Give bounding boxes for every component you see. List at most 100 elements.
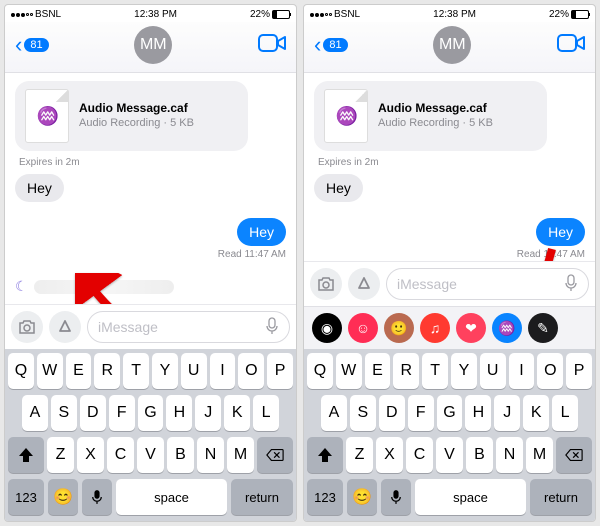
keyboard: QWERTYUIOP ASDFGHJKL ZXCVBNM 123 😊 space…	[5, 349, 296, 521]
key-d[interactable]: D	[80, 395, 106, 431]
audio-message-bubble[interactable]: ♒ Audio Message.caf Audio Recording · 5 …	[15, 81, 248, 151]
key-n[interactable]: N	[496, 437, 523, 473]
key-c[interactable]: C	[406, 437, 433, 473]
audio-subtitle: Audio Recording · 5 KB	[79, 117, 194, 130]
key-b[interactable]: B	[466, 437, 493, 473]
outgoing-bubble: Hey	[237, 218, 286, 246]
key-b[interactable]: B	[167, 437, 194, 473]
chevron-left-icon: ‹	[314, 34, 321, 56]
read-receipt: Read 11:47 AM	[15, 249, 286, 260]
space-key[interactable]: space	[415, 479, 526, 515]
key-j[interactable]: J	[494, 395, 520, 431]
backspace-key[interactable]	[257, 437, 293, 473]
app-audio-icon[interactable]: ♒	[492, 313, 522, 343]
app-images-icon[interactable]: ✎	[528, 313, 558, 343]
key-f[interactable]: F	[109, 395, 135, 431]
app-activity-icon[interactable]: ◉	[312, 313, 342, 343]
app-animoji-icon[interactable]: ☺	[348, 313, 378, 343]
key-r[interactable]: R	[393, 353, 419, 389]
facetime-button[interactable]	[258, 33, 286, 58]
key-e[interactable]: E	[365, 353, 391, 389]
numbers-key[interactable]: 123	[307, 479, 343, 515]
back-button[interactable]: ‹ 81	[15, 34, 49, 56]
key-i[interactable]: I	[210, 353, 236, 389]
key-u[interactable]: U	[480, 353, 506, 389]
key-t[interactable]: T	[123, 353, 149, 389]
key-h[interactable]: H	[166, 395, 192, 431]
key-t[interactable]: T	[422, 353, 448, 389]
backspace-key[interactable]	[556, 437, 592, 473]
key-u[interactable]: U	[181, 353, 207, 389]
key-g[interactable]: G	[138, 395, 164, 431]
message-input[interactable]: iMessage	[87, 311, 290, 343]
key-j[interactable]: J	[195, 395, 221, 431]
key-row-3: ZXCVBNM	[8, 437, 293, 473]
key-e[interactable]: E	[66, 353, 92, 389]
key-q[interactable]: Q	[307, 353, 333, 389]
dictate-icon[interactable]	[564, 274, 578, 295]
message-input[interactable]: iMessage	[386, 268, 589, 300]
key-y[interactable]: Y	[451, 353, 477, 389]
back-button[interactable]: ‹ 81	[314, 34, 348, 56]
key-w[interactable]: W	[336, 353, 362, 389]
key-p[interactable]: P	[566, 353, 592, 389]
key-d[interactable]: D	[379, 395, 405, 431]
key-o[interactable]: O	[537, 353, 563, 389]
key-n[interactable]: N	[197, 437, 224, 473]
key-g[interactable]: G	[437, 395, 463, 431]
key-i[interactable]: I	[509, 353, 535, 389]
mic-key[interactable]	[381, 479, 411, 515]
numbers-key[interactable]: 123	[8, 479, 44, 515]
key-row-1: QWERTYUIOP	[307, 353, 592, 389]
key-y[interactable]: Y	[152, 353, 178, 389]
emoji-key[interactable]: 😊	[48, 479, 78, 515]
app-digital-touch-icon[interactable]: ❤	[456, 313, 486, 343]
mic-key[interactable]	[82, 479, 112, 515]
app-memoji-icon[interactable]: 🙂	[384, 313, 414, 343]
key-s[interactable]: S	[350, 395, 376, 431]
app-store-button[interactable]	[49, 311, 81, 343]
key-m[interactable]: M	[227, 437, 254, 473]
key-k[interactable]: K	[523, 395, 549, 431]
camera-button[interactable]	[11, 311, 43, 343]
facetime-button[interactable]	[557, 33, 585, 58]
key-p[interactable]: P	[267, 353, 293, 389]
avatar[interactable]: MM	[433, 26, 471, 64]
key-v[interactable]: V	[137, 437, 164, 473]
audio-file-icon: ♒	[324, 89, 368, 143]
key-a[interactable]: A	[22, 395, 48, 431]
key-x[interactable]: X	[77, 437, 104, 473]
key-l[interactable]: L	[253, 395, 279, 431]
key-w[interactable]: W	[37, 353, 63, 389]
return-key[interactable]: return	[231, 479, 293, 515]
key-z[interactable]: Z	[47, 437, 74, 473]
key-a[interactable]: A	[321, 395, 347, 431]
key-c[interactable]: C	[107, 437, 134, 473]
chevron-left-icon: ‹	[15, 34, 22, 56]
emoji-key[interactable]: 😊	[347, 479, 377, 515]
audio-message-bubble[interactable]: ♒ Audio Message.caf Audio Recording · 5 …	[314, 81, 547, 151]
camera-button[interactable]	[310, 268, 342, 300]
app-store-button[interactable]	[348, 268, 380, 300]
key-m[interactable]: M	[526, 437, 553, 473]
avatar[interactable]: MM	[134, 26, 172, 64]
key-f[interactable]: F	[408, 395, 434, 431]
app-drawer[interactable]: ◉☺🙂♫❤♒✎	[304, 306, 595, 349]
key-h[interactable]: H	[465, 395, 491, 431]
shift-key[interactable]	[8, 437, 44, 473]
key-row-2: ASDFGHJKL	[307, 395, 592, 431]
key-l[interactable]: L	[552, 395, 578, 431]
key-o[interactable]: O	[238, 353, 264, 389]
key-x[interactable]: X	[376, 437, 403, 473]
dictate-icon[interactable]	[265, 317, 279, 338]
key-q[interactable]: Q	[8, 353, 34, 389]
key-z[interactable]: Z	[346, 437, 373, 473]
key-k[interactable]: K	[224, 395, 250, 431]
key-v[interactable]: V	[436, 437, 463, 473]
key-s[interactable]: S	[51, 395, 77, 431]
space-key[interactable]: space	[116, 479, 227, 515]
app-apple-music-icon[interactable]: ♫	[420, 313, 450, 343]
shift-key[interactable]	[307, 437, 343, 473]
key-r[interactable]: R	[94, 353, 120, 389]
return-key[interactable]: return	[530, 479, 592, 515]
